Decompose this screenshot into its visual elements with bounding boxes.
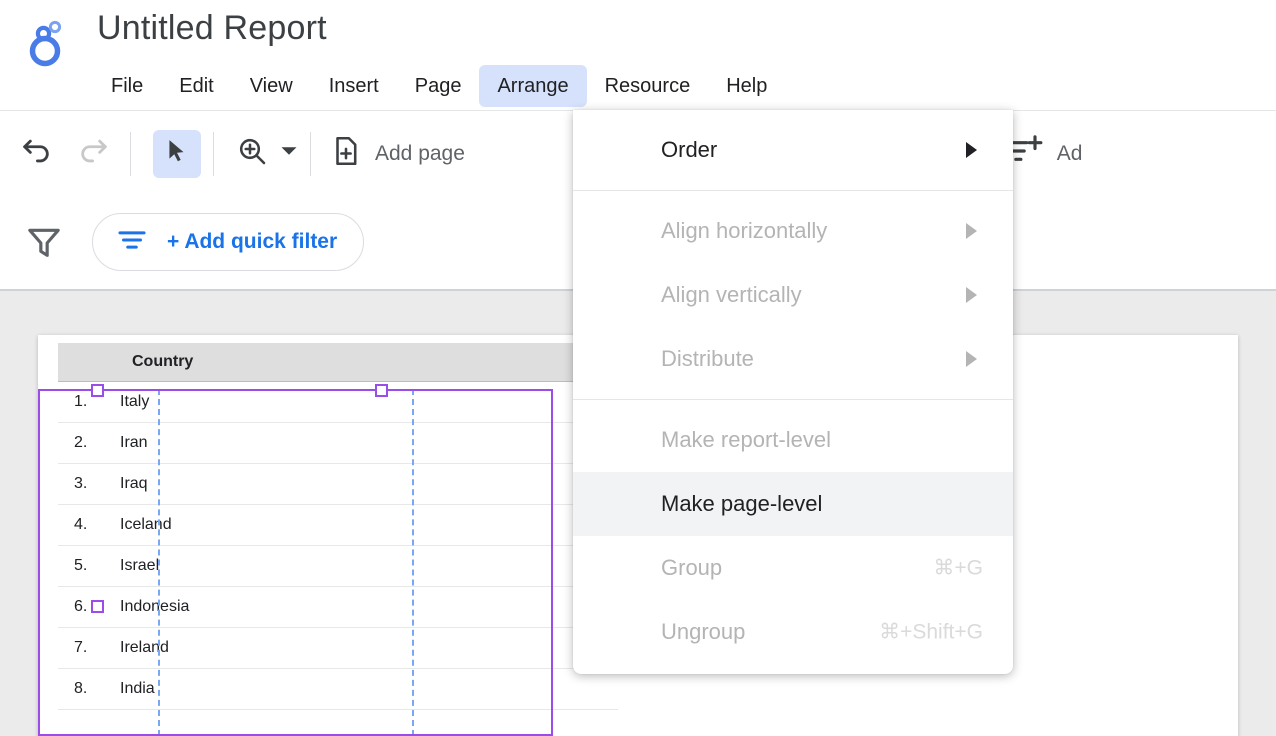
menu-view[interactable]: View (232, 65, 311, 107)
table-cell-country: Indonesia (120, 598, 190, 615)
submenu-arrow-icon (966, 287, 977, 303)
looker-studio-logo-icon (24, 16, 76, 68)
menu-help[interactable]: Help (708, 65, 785, 107)
table-column-header-country[interactable]: Country (132, 353, 193, 371)
add-quick-filter-label: + Add quick filter (167, 230, 338, 253)
filter-lines-icon (115, 223, 149, 262)
zoom-control[interactable] (226, 130, 298, 178)
app-header: Untitled Report File Edit View Insert Pa… (0, 0, 1276, 111)
add-quick-filter-button[interactable]: + Add quick filter (92, 213, 365, 271)
menu-option-label: Group (661, 555, 723, 580)
table-row-index: 2. (74, 434, 88, 451)
menu-option-ungroup: Ungroup ⌘+Shift+G (573, 600, 1013, 664)
menu-file[interactable]: File (93, 65, 161, 107)
table-row[interactable]: 1. Italy (58, 382, 618, 423)
menu-page[interactable]: Page (397, 65, 480, 107)
menu-arrange[interactable]: Arrange (479, 65, 587, 107)
selection-handle-top-center[interactable] (375, 384, 388, 397)
selection-handle-left-mid[interactable] (91, 600, 104, 613)
add-control-label: Ad (1056, 141, 1083, 165)
table-cell-country: Iraq (120, 475, 148, 492)
menu-option-label: Order (661, 137, 718, 162)
zoom-chevron-down-icon[interactable] (280, 142, 298, 165)
zoom-button[interactable] (228, 130, 276, 178)
menu-option-label: Make report-level (661, 427, 831, 452)
selection-handle-top-left[interactable] (91, 384, 104, 397)
menu-insert[interactable]: Insert (311, 65, 397, 107)
table-row-index: 8. (74, 680, 88, 697)
menu-option-group: Group ⌘+G (573, 536, 1013, 600)
table-header-row: Country Record (58, 343, 618, 382)
menu-option-align-vertically: Align vertically (573, 263, 1013, 327)
undo-icon (19, 134, 53, 173)
add-control-button[interactable]: Ad (1005, 131, 1083, 176)
menu-option-align-horizontally: Align horizontally (573, 199, 1013, 263)
add-page-icon (329, 134, 363, 173)
redo-icon (77, 134, 111, 173)
table-chart-widget[interactable]: Country Record 1. Italy 2. Iran 3. Iraq … (58, 343, 618, 736)
table-row-index: 1. (74, 393, 88, 410)
toolbar-divider-2 (213, 131, 214, 176)
table-row[interactable]: 4. Iceland (58, 505, 618, 546)
redo-button[interactable] (70, 130, 118, 178)
toolbar-divider-1 (130, 131, 131, 176)
menu-option-shortcut: ⌘+Shift+G (879, 620, 983, 644)
table-cell-country: India (120, 680, 155, 697)
alignment-guide (158, 389, 160, 736)
submenu-arrow-icon (966, 223, 977, 239)
table-row-index: 6. (74, 598, 88, 615)
table-row-index: 4. (74, 516, 88, 533)
looker-studio-report-editor: Untitled Report File Edit View Insert Pa… (0, 0, 1276, 736)
table-row-index: 7. (74, 639, 88, 656)
add-page-label: Add page (375, 141, 465, 165)
toolbar-divider-3 (310, 131, 311, 176)
menu-divider (573, 190, 1013, 191)
table-chart-body: Country Record 1. Italy 2. Iran 3. Iraq … (58, 343, 618, 736)
menu-option-make-report-level: Make report-level (573, 408, 1013, 472)
menu-option-distribute: Distribute (573, 327, 1013, 391)
filter-funnel-icon (24, 222, 64, 262)
table-row[interactable]: 5. Israel (58, 546, 618, 587)
table-cell-country: Ireland (120, 639, 169, 656)
menu-option-order[interactable]: Order (573, 118, 1013, 182)
table-row[interactable]: 7. Ireland (58, 628, 618, 669)
menu-option-label: Distribute (661, 346, 754, 371)
arrange-dropdown-menu[interactable]: Order Align horizontally Align verticall… (573, 110, 1013, 674)
table-row[interactable]: 8. India 1 (58, 669, 618, 710)
submenu-arrow-icon (966, 351, 977, 367)
table-cell-country: Italy (120, 393, 150, 410)
menu-option-label: Align horizontally (661, 218, 828, 243)
add-page-button[interactable]: Add page (323, 134, 465, 173)
report-title[interactable]: Untitled Report (97, 9, 327, 48)
menu-option-label: Align vertically (661, 282, 802, 307)
table-row-index: 3. (74, 475, 88, 492)
menu-bar: File Edit View Insert Page Arrange Resou… (93, 64, 785, 108)
zoom-in-icon (236, 135, 268, 172)
menu-option-make-page-level[interactable]: Make page-level (573, 472, 1013, 536)
menu-option-label: Make page-level (661, 491, 823, 516)
undo-button[interactable] (12, 130, 60, 178)
menu-option-label: Ungroup (661, 619, 746, 644)
menu-option-shortcut: ⌘+G (933, 556, 983, 580)
table-cell-country: Israel (120, 557, 160, 574)
cursor-arrow-icon (164, 138, 190, 169)
alignment-guide (412, 389, 414, 736)
menu-resource[interactable]: Resource (587, 65, 709, 107)
table-row-index: 5. (74, 557, 88, 574)
table-row[interactable]: 6. Indonesia (58, 587, 618, 628)
table-row[interactable]: 3. Iraq (58, 464, 618, 505)
select-tool-button[interactable] (153, 129, 201, 178)
table-cell-country: Iran (120, 434, 148, 451)
submenu-arrow-icon (966, 142, 977, 158)
table-row[interactable]: 2. Iran (58, 423, 618, 464)
menu-divider (573, 399, 1013, 400)
table-cell-country: Iceland (120, 516, 172, 533)
menu-edit[interactable]: Edit (161, 65, 231, 107)
